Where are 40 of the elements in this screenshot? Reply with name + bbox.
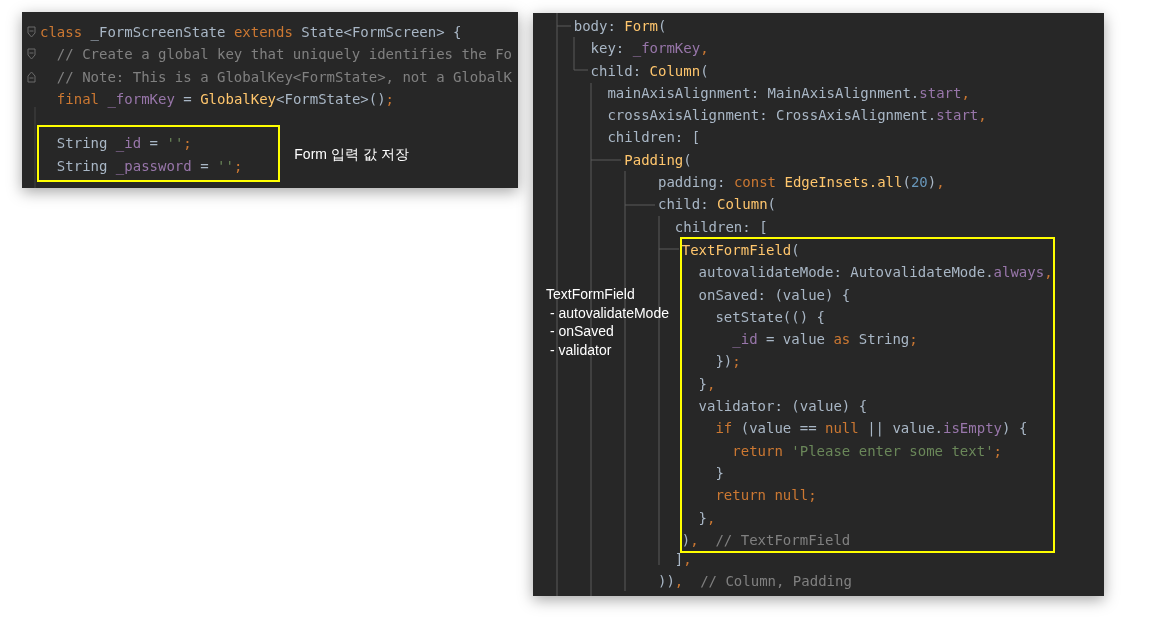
- code-line: ), // TextFormField: [681, 530, 851, 550]
- code-line: String _id = '';: [56, 134, 192, 154]
- code-line: key: _formKey,: [589, 39, 709, 59]
- annotation-item: - onSaved: [548, 322, 614, 341]
- code-line: String _password = '';: [56, 156, 243, 177]
- code-line: validator: (value) {: [697, 397, 868, 417]
- code-line: }: [714, 463, 724, 483]
- code-line: return null;: [714, 486, 817, 506]
- code-line: )), // Column, Padding: [657, 572, 852, 592]
- code-line: child: Column(: [589, 61, 709, 81]
- code-line: // Note: This is a GlobalKey<FormState>, not a GlobalK: [55, 67, 512, 87]
- code-line: _id = value as String;: [731, 330, 918, 350]
- annotation-title: TextFormField: [546, 285, 635, 304]
- code-line: // Create a global key that uniquely identifies the Fo: [55, 45, 512, 65]
- code-line: },: [697, 374, 716, 394]
- code-line: return 'Please enter some text';: [731, 441, 1002, 461]
- code-line: child: Column(: [657, 195, 777, 215]
- annotation-item: - autovalidateMode: [548, 303, 669, 322]
- code-line: });: [714, 352, 741, 372]
- fold-icon[interactable]: [26, 48, 36, 61]
- code-line: setState(() {: [714, 307, 825, 327]
- code-line: final _formKey = GlobalKey<FormState>();: [55, 89, 395, 110]
- code-line: body: Form(: [572, 17, 667, 36]
- code-line: ],: [673, 550, 692, 570]
- fold-icon[interactable]: [26, 26, 36, 39]
- code-line: if (value == null || value.isEmpty) {: [714, 419, 1028, 439]
- annotation-item: - validator: [548, 340, 612, 359]
- code-line: },: [697, 508, 716, 528]
- code-line: padding: const EdgeInsets.all(20),: [657, 173, 945, 193]
- code-line: mainAxisAlignment: MainAxisAlignment.start,: [606, 83, 970, 103]
- code-line: TextFormField(: [681, 240, 800, 260]
- code-line: Padding(: [623, 150, 692, 170]
- fold-icon[interactable]: [26, 70, 36, 83]
- code-line: children: [: [673, 217, 768, 237]
- annotation-text: Form 입력 값 저장: [294, 145, 409, 164]
- code-line: class _FormScreenState extends State<FormScreen> {: [40, 23, 462, 43]
- code-line: onSaved: (value) {: [697, 285, 851, 305]
- code-line: autovalidateMode: AutovalidateMode.always,: [697, 263, 1053, 283]
- code-line: crossAxisAlignment: CrossAxisAlignment.start,: [606, 106, 987, 126]
- code-line: children: [: [606, 128, 701, 148]
